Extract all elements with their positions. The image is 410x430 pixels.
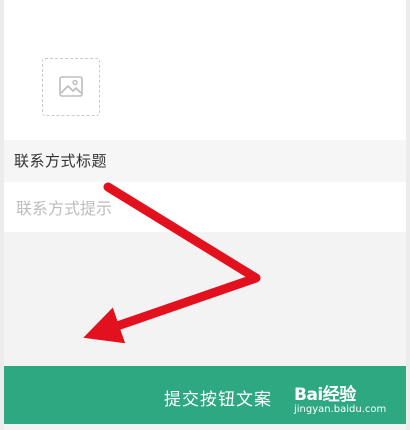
annotation-arrows [0,182,261,430]
annotation-arrow-path [94,182,261,334]
